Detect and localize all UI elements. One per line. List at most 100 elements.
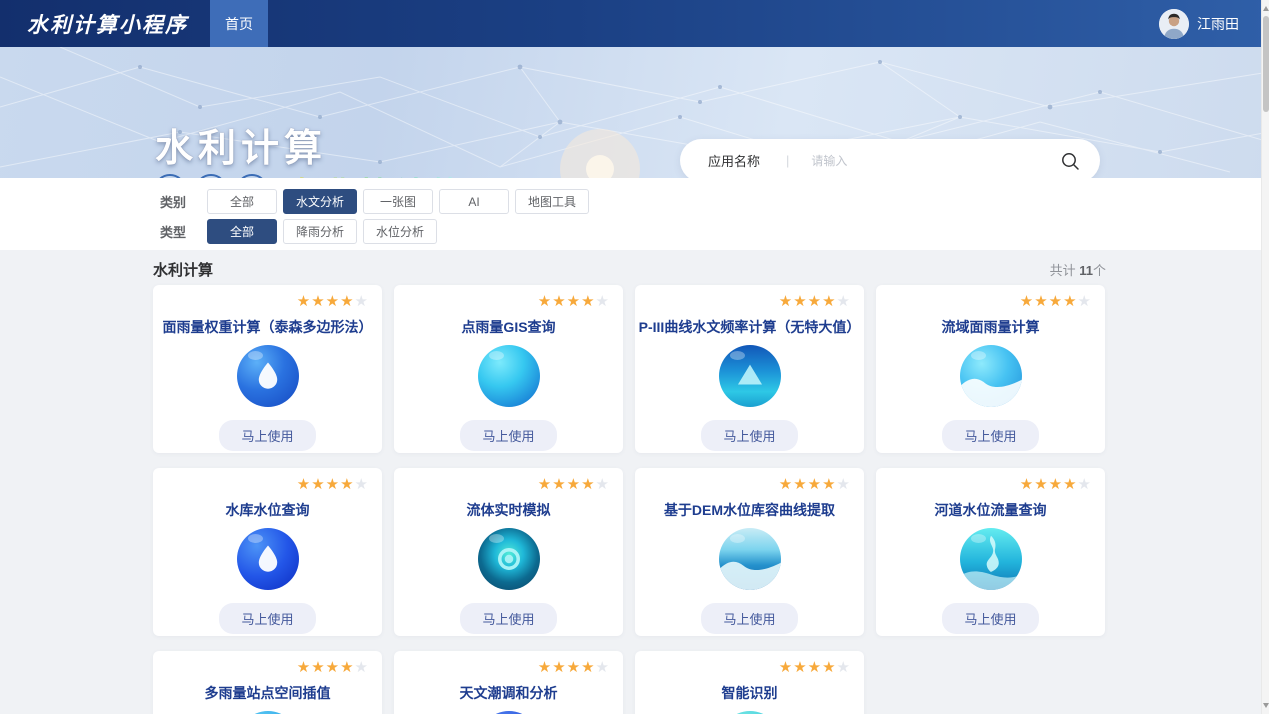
star-filled-icon: ★	[297, 293, 311, 310]
scrollbar-thumb[interactable]	[1263, 16, 1269, 112]
user-menu[interactable]: 江雨田	[1159, 9, 1239, 39]
search-label: 应用名称	[708, 151, 760, 170]
star-filled-icon: ★	[1049, 476, 1063, 493]
star-filled-icon: ★	[311, 293, 325, 310]
app-icon	[478, 345, 540, 407]
star-filled-icon: ★	[793, 659, 807, 676]
search-icon[interactable]	[1060, 151, 1080, 171]
rating-stars: ★★★★★	[153, 477, 382, 493]
search-divider: |	[786, 153, 789, 168]
app-card[interactable]: ★★★★★ 流体实时模拟 马上使用	[394, 468, 623, 636]
filter-row: 类别全部水文分析一张图AI地图工具	[160, 189, 1269, 214]
app-title: 河道水位流量查询	[876, 500, 1105, 520]
app-card[interactable]: ★★★★★ 天文潮调和分析 马上使用	[394, 651, 623, 714]
star-filled-icon: ★	[567, 476, 581, 493]
filter-option[interactable]: 一张图	[363, 189, 433, 214]
scrollbar-down-arrow[interactable]	[1263, 703, 1269, 709]
app-search-bar: 应用名称 |	[680, 139, 1100, 178]
nav-tab-home[interactable]: 首页	[210, 0, 268, 47]
ring-glyph-icon	[492, 542, 526, 576]
avatar-image	[1159, 9, 1189, 39]
app-card[interactable]: ★★★★★ 面雨量权重计算（泰森多边形法） 马上使用	[153, 285, 382, 453]
star-empty-icon: ★	[596, 293, 610, 310]
star-filled-icon: ★	[822, 659, 836, 676]
use-now-button[interactable]: 马上使用	[701, 420, 797, 451]
app-title: 基于DEM水位库容曲线提取	[635, 500, 864, 520]
rating-stars: ★★★★★	[394, 477, 623, 493]
hero-subtitle: 专业性计算	[288, 168, 468, 178]
app-card[interactable]: ★★★★★ 多雨量站点空间插值 马上使用	[153, 651, 382, 714]
star-filled-icon: ★	[567, 293, 581, 310]
star-empty-icon: ★	[355, 293, 369, 310]
star-filled-icon: ★	[326, 293, 340, 310]
app-title: 多雨量站点空间插值	[153, 683, 382, 703]
app-card[interactable]: ★★★★★ P-III曲线水文频率计算（无特大值） 马上使用	[635, 285, 864, 453]
hero-title: 水利计算	[155, 117, 327, 172]
app-icon	[237, 345, 299, 407]
count-suffix: 个	[1093, 263, 1106, 278]
scrollbar-up-arrow[interactable]	[1263, 5, 1269, 11]
filter-option[interactable]: 地图工具	[515, 189, 589, 214]
app-title: 面雨量权重计算（泰森多边形法）	[153, 317, 382, 337]
app-card[interactable]: ★★★★★ 流域面雨量计算 马上使用	[876, 285, 1105, 453]
use-now-button[interactable]: 马上使用	[219, 420, 315, 451]
vertical-scrollbar[interactable]	[1261, 0, 1269, 714]
rating-stars: ★★★★★	[394, 294, 623, 310]
filter-label: 类型	[160, 222, 207, 241]
filter-option[interactable]: AI	[439, 189, 509, 214]
rating-stars: ★★★★★	[394, 660, 623, 676]
star-filled-icon: ★	[538, 659, 552, 676]
app-card[interactable]: ★★★★★ 水库水位查询 马上使用	[153, 468, 382, 636]
use-now-button[interactable]: 马上使用	[942, 420, 1038, 451]
count-prefix: 共计	[1050, 263, 1080, 278]
use-now-button[interactable]: 马上使用	[460, 603, 556, 634]
star-filled-icon: ★	[1063, 293, 1077, 310]
filter-option[interactable]: 水文分析	[283, 189, 357, 214]
star-empty-icon: ★	[596, 476, 610, 493]
app-card[interactable]: ★★★★★ 基于DEM水位库容曲线提取 马上使用	[635, 468, 864, 636]
star-empty-icon: ★	[1078, 476, 1092, 493]
star-filled-icon: ★	[808, 293, 822, 310]
use-now-button[interactable]: 马上使用	[219, 603, 315, 634]
star-empty-icon: ★	[837, 476, 851, 493]
star-filled-icon: ★	[326, 659, 340, 676]
star-filled-icon: ★	[581, 293, 595, 310]
filter-option[interactable]: 全部	[207, 189, 277, 214]
star-filled-icon: ★	[552, 659, 566, 676]
app-icon	[960, 528, 1022, 590]
filter-rows: 类别全部水文分析一张图AI地图工具类型全部降雨分析水位分析	[0, 189, 1269, 244]
app-card[interactable]: ★★★★★ 点雨量GIS查询 马上使用	[394, 285, 623, 453]
filter-row: 类型全部降雨分析水位分析	[160, 219, 1269, 244]
filter-section: 类别全部水文分析一张图AI地图工具类型全部降雨分析水位分析	[0, 178, 1269, 250]
star-empty-icon: ★	[355, 476, 369, 493]
star-filled-icon: ★	[581, 659, 595, 676]
star-empty-icon: ★	[355, 659, 369, 676]
rating-stars: ★★★★★	[635, 477, 864, 493]
star-filled-icon: ★	[297, 476, 311, 493]
app-title: 点雨量GIS查询	[394, 317, 623, 337]
star-filled-icon: ★	[538, 293, 552, 310]
app-card[interactable]: ★★★★★ 河道水位流量查询 马上使用	[876, 468, 1105, 636]
filter-option[interactable]: 全部	[207, 219, 277, 244]
rating-stars: ★★★★★	[153, 660, 382, 676]
star-filled-icon: ★	[340, 476, 354, 493]
app-title: 水库水位查询	[153, 500, 382, 520]
app-title: P-III曲线水文频率计算（无特大值）	[635, 317, 864, 337]
rating-stars: ★★★★★	[153, 294, 382, 310]
nav-tab-label: 首页	[225, 14, 253, 34]
app-grid: ★★★★★ 面雨量权重计算（泰森多边形法） 马上使用 ★★★★★ 点雨量GIS查…	[153, 285, 1106, 714]
use-now-button[interactable]: 马上使用	[460, 420, 556, 451]
search-input[interactable]	[811, 154, 1060, 168]
filter-option[interactable]: 降雨分析	[283, 219, 357, 244]
app-card[interactable]: ★★★★★ 智能识别 马上使用	[635, 651, 864, 714]
use-now-button[interactable]: 马上使用	[701, 603, 797, 634]
star-empty-icon: ★	[837, 659, 851, 676]
rating-stars: ★★★★★	[876, 477, 1105, 493]
use-now-button[interactable]: 马上使用	[942, 603, 1038, 634]
wave-glyph-icon	[719, 528, 781, 590]
count-value: 11	[1079, 263, 1093, 278]
user-avatar[interactable]	[1159, 9, 1189, 39]
filter-option[interactable]: 水位分析	[363, 219, 437, 244]
star-filled-icon: ★	[779, 659, 793, 676]
triangle-glyph-icon	[733, 359, 767, 393]
